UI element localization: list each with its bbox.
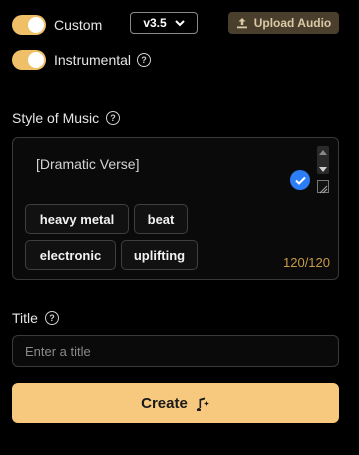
style-tag[interactable]: heavy metal [25,204,129,234]
resize-handle-icon[interactable] [317,180,329,194]
style-textarea-text[interactable]: [Dramatic Verse] [36,156,139,172]
style-tag[interactable]: beat [134,204,188,234]
chevron-down-icon [174,20,185,27]
textarea-scrollbar[interactable] [317,146,329,174]
toggle-knob [28,52,44,68]
create-button[interactable]: Create [12,383,339,423]
instrumental-toggle[interactable] [12,50,46,70]
style-help-icon[interactable]: ? [106,111,120,125]
create-label: Create [141,394,188,412]
title-heading: Title [12,310,38,326]
version-select[interactable]: v3.5 [130,12,198,34]
character-counter: 120/120 [283,255,330,270]
instrumental-help-icon[interactable]: ? [137,53,151,67]
check-icon [290,170,310,190]
title-input[interactable] [12,335,339,367]
style-of-music-box[interactable]: [Dramatic Verse] heavy metal beat electr… [12,137,339,280]
upload-audio-button[interactable]: Upload Audio [228,12,339,34]
style-heading: Style of Music [12,110,100,126]
custom-toggle[interactable] [12,15,46,35]
upload-icon [236,18,247,29]
title-help-icon[interactable]: ? [45,311,59,325]
version-value: v3.5 [143,16,167,30]
style-tag[interactable]: uplifting [121,240,198,270]
custom-label: Custom [54,17,103,33]
style-tag[interactable]: electronic [25,240,116,270]
scroll-down-arrow-icon[interactable] [319,167,327,172]
instrumental-label: Instrumental [54,52,132,68]
upload-audio-label: Upload Audio [253,16,332,30]
music-sparkle-icon [196,397,209,411]
toggle-knob [28,17,44,33]
scroll-up-arrow-icon[interactable] [319,150,327,155]
